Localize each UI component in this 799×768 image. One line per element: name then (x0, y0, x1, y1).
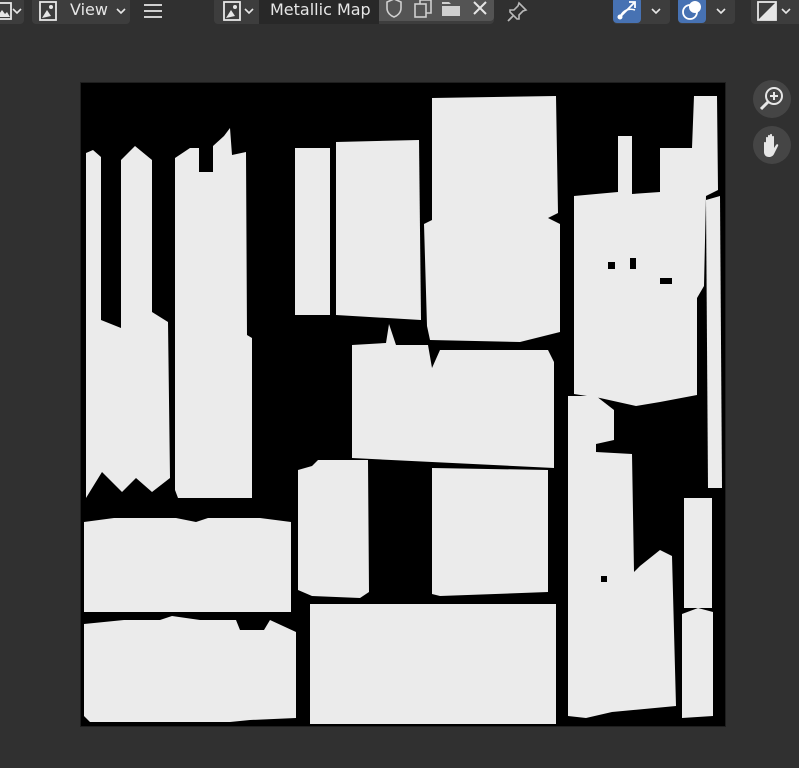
chevron-down-icon (781, 8, 791, 15)
mask-island (568, 396, 676, 718)
mask-island (175, 128, 252, 498)
mask-island (295, 148, 330, 315)
image-datablock-selector: Metallic Map (214, 0, 494, 24)
pan-button[interactable] (753, 126, 791, 164)
new-image-button[interactable] (409, 0, 437, 21)
chevron-down-icon[interactable] (651, 7, 661, 15)
gizmo-toggle-button[interactable] (613, 0, 641, 23)
mask-island (682, 608, 713, 718)
mask-island (310, 604, 556, 724)
image-browse-button[interactable] (214, 0, 258, 24)
hand-icon (764, 133, 779, 157)
unlink-image-button[interactable] (465, 0, 494, 21)
gizmo-icon (617, 1, 636, 20)
overlay-toggle-button[interactable] (678, 0, 706, 23)
duplicate-icon (414, 0, 432, 18)
chevron-down-icon[interactable] (716, 7, 726, 15)
image-name-label: Metallic Map (270, 0, 371, 19)
folder-icon (442, 2, 460, 16)
open-image-button[interactable] (437, 0, 465, 21)
fake-user-button[interactable] (379, 0, 409, 21)
mask-island (432, 468, 548, 596)
mask-island (352, 324, 554, 468)
mask-island (684, 498, 712, 608)
mask-island (86, 146, 170, 498)
display-channels-icon (757, 1, 777, 21)
overlay-icon (682, 1, 701, 20)
uv-mask-shapes (84, 96, 722, 724)
mask-island (574, 96, 718, 406)
mask-island (84, 518, 291, 612)
chevron-down-icon (244, 8, 254, 15)
mask-island (298, 460, 369, 598)
overlay-toggle-group (678, 0, 735, 24)
shield-icon (386, 0, 402, 18)
mask-island (336, 140, 421, 320)
editor-type-selector[interactable] (0, 0, 24, 24)
mask-island (706, 196, 722, 488)
image-editor-header: View Metallic Map (0, 0, 799, 24)
chevron-down-icon (12, 8, 22, 15)
metallic-map-image[interactable] (81, 83, 725, 726)
image-icon (223, 1, 241, 21)
view-menu-label: View (70, 0, 108, 19)
image-icon (39, 1, 57, 21)
view-menu-button[interactable]: View (32, 0, 130, 24)
chevron-down-icon (116, 8, 126, 15)
pin-icon[interactable] (505, 0, 529, 24)
menu-icon[interactable] (143, 2, 163, 20)
zoom-in-icon (759, 87, 783, 111)
display-channels-selector[interactable] (751, 0, 799, 24)
mask-island (84, 616, 296, 722)
mask-island (424, 96, 560, 342)
close-icon (473, 1, 487, 15)
gizmo-toggle-group (613, 0, 670, 24)
image-name-field[interactable]: Metallic Map (259, 0, 379, 24)
zoom-button[interactable] (753, 80, 791, 118)
